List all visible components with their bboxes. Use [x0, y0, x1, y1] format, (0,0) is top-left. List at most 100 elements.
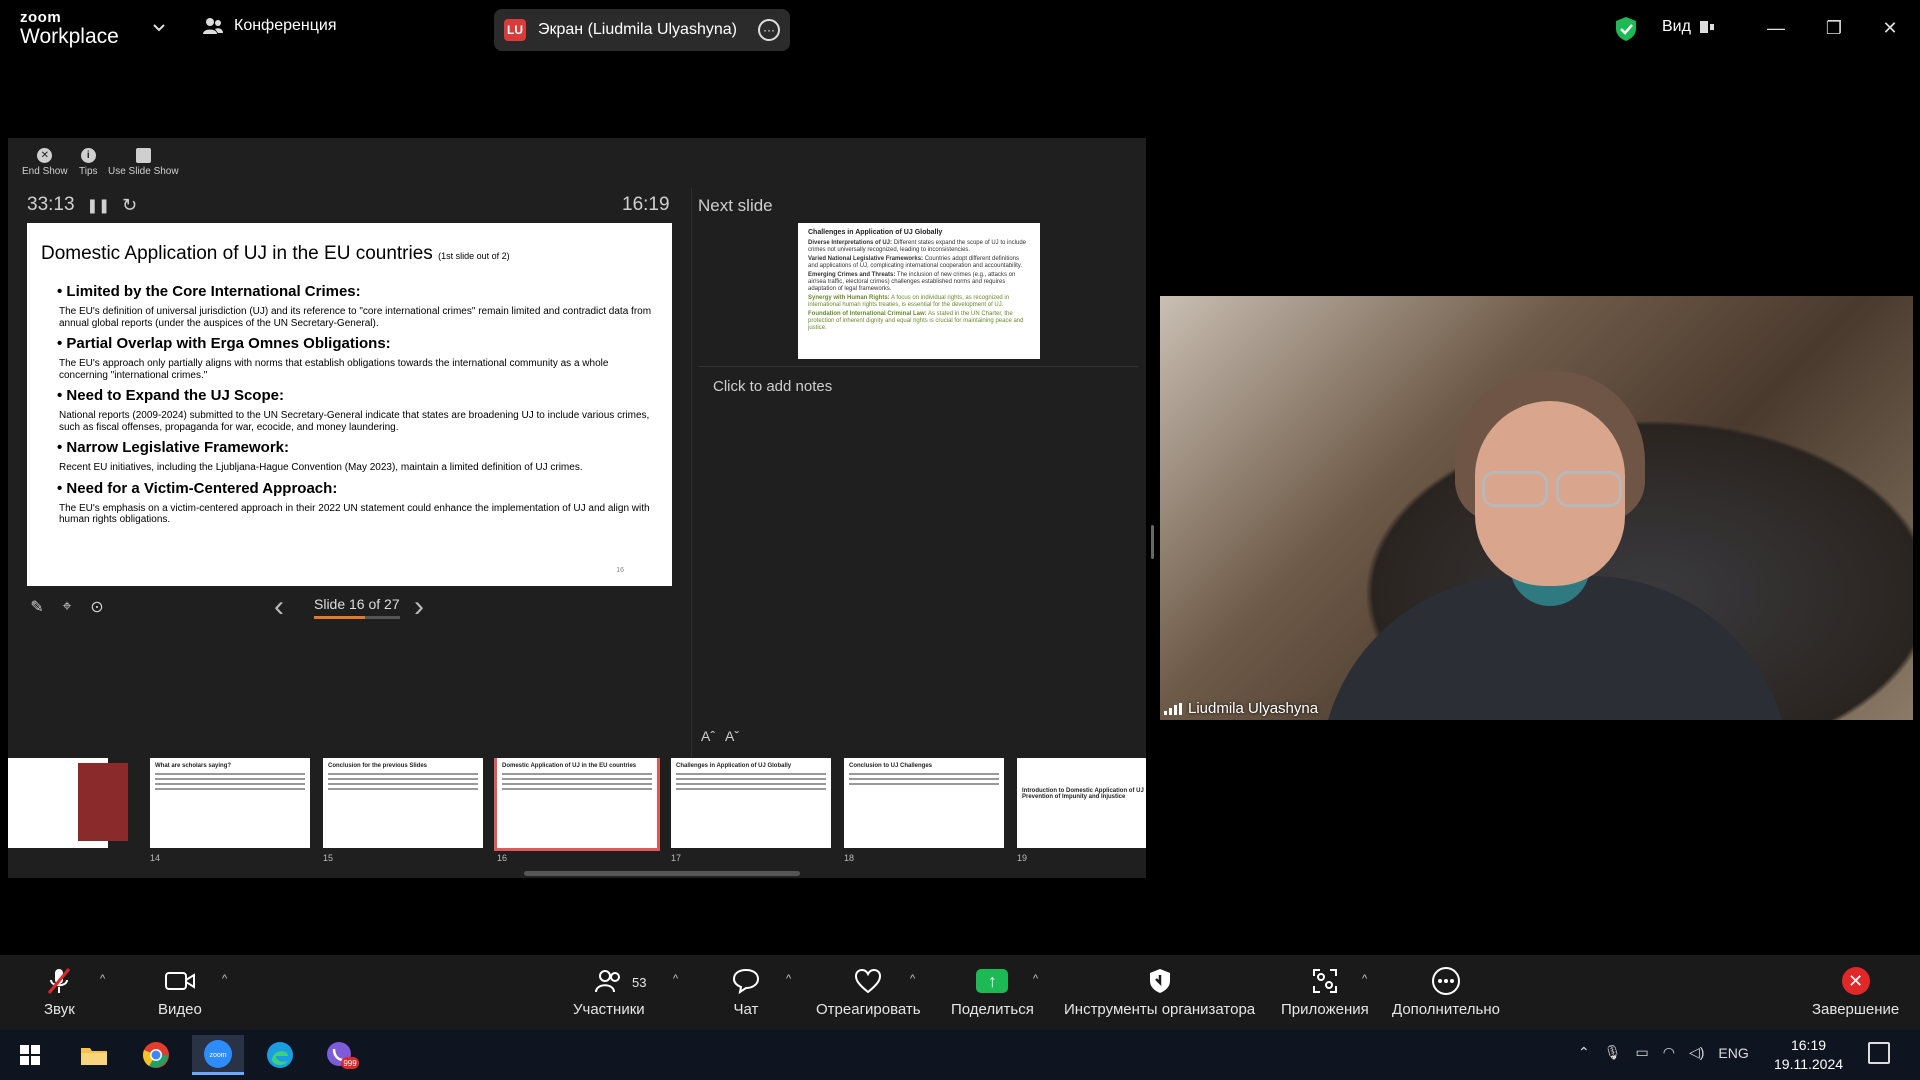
taskbar-edge[interactable] — [254, 1035, 306, 1075]
speaker-icon[interactable]: ◁) — [1689, 1044, 1704, 1061]
thumb-number: 19 — [1017, 853, 1028, 863]
tray-chevron-up-icon[interactable]: ⌃ — [1578, 1044, 1590, 1061]
restore-button[interactable]: ❐ — [1820, 14, 1848, 42]
more-button[interactable]: Дополнительно — [1392, 967, 1500, 1018]
speaker-notes[interactable]: Click to add notes — [713, 378, 832, 395]
share-options-caret[interactable]: ^ — [1033, 973, 1038, 985]
participants-label: Участники — [573, 1001, 645, 1018]
apps-label: Приложения — [1281, 1001, 1369, 1018]
taskbar-file-explorer[interactable] — [68, 1035, 120, 1075]
glasses-lens — [1482, 471, 1548, 507]
thumb-line — [328, 788, 478, 790]
taskbar-clock[interactable]: 16:19 19.11.2024 — [1774, 1036, 1843, 1074]
slide-point-heading: Need for a Victim-Centered Approach: — [57, 480, 658, 498]
pointer-icon[interactable]: ⌖ — [57, 597, 77, 617]
svg-text:999: 999 — [343, 1059, 357, 1068]
slideshow-icon — [135, 148, 151, 163]
slide-navigator: ‹ Slide 16 of 27 › — [270, 592, 440, 632]
pause-icon[interactable]: ❚❚ — [87, 197, 110, 214]
audio-options-caret[interactable]: ^ — [100, 973, 105, 985]
filmstrip-scrollbar[interactable] — [524, 871, 800, 876]
slide-filmstrip: What are scholars saying? 14 Conclusion … — [8, 758, 1146, 868]
react-button[interactable]: Отреагировать — [816, 967, 921, 1018]
tray-microphone-icon[interactable]: 🎙 — [1604, 1044, 1622, 1061]
slide-thumbnail[interactable]: Introduction to Domestic Application of … — [1017, 758, 1146, 848]
participants-options-caret[interactable]: ^ — [673, 973, 678, 985]
share-label: Поделиться — [951, 1001, 1034, 1018]
taskbar-zoom[interactable]: zoom — [192, 1035, 244, 1075]
battery-icon[interactable]: ▭ — [1636, 1044, 1649, 1061]
wifi-icon[interactable]: ◠ — [1663, 1044, 1675, 1061]
meeting-info-button[interactable]: Конференция — [202, 17, 337, 35]
thumb-number: 14 — [150, 853, 161, 863]
edge-icon — [267, 1042, 293, 1068]
camera-icon — [164, 967, 196, 995]
next-item-heading: Emerging Crimes and Threats: — [808, 272, 896, 278]
security-shield-icon[interactable] — [1614, 16, 1638, 42]
close-button[interactable]: ✕ — [1876, 14, 1904, 42]
language-indicator[interactable]: ENG — [1718, 1045, 1748, 1061]
share-button[interactable]: ↑ Поделиться — [951, 967, 1034, 1018]
video-options-caret[interactable]: ^ — [222, 973, 227, 985]
view-layout-icon — [1699, 21, 1714, 33]
chevron-down-icon[interactable] — [152, 20, 166, 34]
slide-counter: Slide 16 of 27 — [314, 596, 400, 612]
next-slide-button[interactable]: › — [414, 592, 424, 622]
thumb-line — [676, 773, 826, 775]
previous-slide-button[interactable]: ‹ — [274, 592, 284, 622]
taskbar-chrome[interactable] — [130, 1035, 182, 1075]
next-slide-title: Challenges in Application of UJ Globally — [808, 229, 943, 236]
tips-label: Tips — [79, 166, 98, 177]
thumb-line — [849, 773, 999, 775]
thumb-line — [502, 773, 652, 775]
thumb-line — [328, 773, 478, 775]
minimize-button[interactable]: — — [1762, 14, 1790, 42]
thumb-line — [155, 773, 305, 775]
slide-point-text: The EU's approach only partially aligns … — [59, 358, 609, 381]
panel-splitter-handle[interactable] — [1151, 525, 1154, 559]
next-slide-item: Emerging Crimes and Threats: The inclusi… — [808, 272, 1030, 293]
view-button[interactable]: Вид — [1662, 18, 1715, 36]
decrease-font-button[interactable]: Aˇ — [725, 728, 739, 744]
end-meeting-button[interactable]: ✕ Завершение — [1812, 967, 1899, 1018]
pen-icon[interactable]: ✎ — [27, 597, 47, 617]
slide-thumbnail[interactable]: Conclusion for the previous Slides — [323, 758, 483, 848]
participant-video[interactable]: Liudmila Ulyashyna — [1160, 296, 1913, 720]
restart-icon[interactable]: ↻ — [122, 195, 137, 216]
use-slide-show-button[interactable]: Use Slide Show — [108, 148, 179, 177]
slide-thumbnail[interactable]: Challenges in Application of UJ Globally — [671, 758, 831, 848]
end-label: Завершение — [1812, 1001, 1900, 1018]
next-slide-preview[interactable]: Challenges in Application of UJ Globally… — [798, 223, 1040, 359]
thumb-number: 17 — [671, 853, 682, 863]
slide-thumbnail-active[interactable]: Domestic Application of UJ in the EU cou… — [494, 758, 660, 851]
apps-button[interactable]: Приложения — [1281, 967, 1369, 1018]
more-icon[interactable]: ··· — [758, 19, 780, 41]
chat-options-caret[interactable]: ^ — [786, 973, 791, 985]
chat-button[interactable]: Чат — [732, 967, 760, 1018]
zoom-logo: zoom Workplace — [20, 10, 119, 48]
slide-thumbnail[interactable]: Conclusion to UJ Challenges — [844, 758, 1004, 848]
video-button[interactable]: Видео — [158, 967, 202, 1018]
share-screen-pill[interactable]: LU Экран (Liudmila Ulyashyna) ··· — [494, 9, 790, 51]
more-options-icon[interactable]: ⊙ — [87, 597, 107, 617]
chat-icon — [732, 967, 760, 995]
end-show-button[interactable]: ✕ End Show — [22, 148, 68, 177]
taskbar-viber[interactable]: 999 — [316, 1035, 368, 1075]
react-options-caret[interactable]: ^ — [910, 973, 915, 985]
windows-start-button[interactable] — [4, 1035, 56, 1075]
tips-button[interactable]: i Tips — [79, 148, 98, 177]
folder-icon — [81, 1048, 107, 1065]
notification-center-icon[interactable] — [1868, 1042, 1890, 1064]
apps-options-caret[interactable]: ^ — [1362, 973, 1367, 985]
audio-button[interactable]: Звук — [44, 967, 75, 1018]
slide-thumbnail[interactable]: What are scholars saying? — [150, 758, 310, 848]
host-tools-button[interactable]: Инструменты организатора — [1064, 967, 1255, 1018]
divider — [691, 188, 692, 758]
thumb-number: 15 — [323, 853, 334, 863]
increase-font-button[interactable]: Aˆ — [701, 728, 715, 744]
use-slide-show-label: Use Slide Show — [108, 166, 179, 177]
slide-thumbnail[interactable] — [8, 758, 128, 848]
audio-label: Звук — [44, 1001, 75, 1018]
end-icon: ✕ — [1841, 967, 1870, 995]
next-slide-item: Foundation of International Criminal Law… — [808, 311, 1030, 332]
